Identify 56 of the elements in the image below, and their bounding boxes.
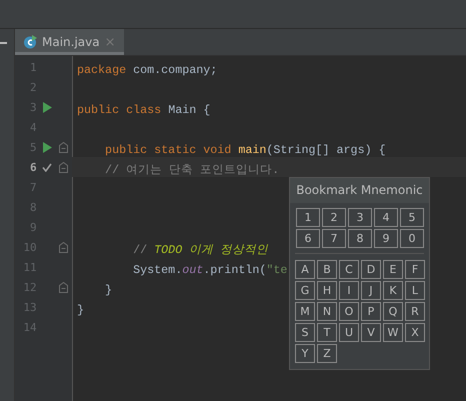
mnemonic-key[interactable]: 2 [322, 208, 346, 227]
mnemonic-key[interactable]: T [317, 323, 337, 342]
mnemonic-key[interactable]: V [361, 323, 381, 342]
line-number: 6 [29, 160, 37, 174]
mnemonic-key[interactable]: K [383, 281, 403, 300]
mnemonic-key[interactable]: 4 [374, 208, 398, 227]
mnemonic-key[interactable]: Y [295, 344, 315, 363]
mnemonic-key[interactable]: H [317, 281, 337, 300]
mnemonic-key[interactable]: R [405, 302, 425, 321]
run-icon[interactable] [42, 102, 52, 112]
mnemonic-key[interactable]: X [405, 323, 425, 342]
tab-label: Main.java [42, 35, 100, 49]
mnemonic-key[interactable]: C [339, 260, 359, 279]
mnemonic-key[interactable]: P [361, 302, 381, 321]
code-line: // TODO 이게 정상적인 [132, 242, 268, 256]
code-line: public class Main { [77, 102, 210, 116]
mnemonic-key[interactable]: W [383, 323, 403, 342]
mnemonic-key[interactable]: F [405, 260, 425, 279]
mnemonic-key[interactable]: 9 [374, 229, 398, 248]
fold-icon[interactable] [59, 282, 68, 292]
run-icon[interactable] [42, 142, 52, 152]
mnemonic-key[interactable]: S [295, 323, 315, 342]
code-line: // 여기는 단축 포인트입니다. [104, 162, 280, 176]
fold-icon[interactable] [59, 142, 68, 152]
mnemonic-key[interactable]: 1 [296, 208, 320, 227]
code-line: package com.company; [77, 62, 218, 76]
mnemonic-key[interactable]: B [317, 260, 337, 279]
mnemonic-key[interactable]: I [339, 281, 359, 300]
mnemonic-key[interactable]: A [295, 260, 315, 279]
mnemonic-key[interactable]: E [383, 260, 403, 279]
mnemonic-key[interactable]: O [339, 302, 359, 321]
code-line: System.out.println("te [132, 262, 288, 276]
file-tab[interactable]: Main.java × [15, 29, 124, 55]
mnemonic-key[interactable]: L [405, 281, 425, 300]
fold-icon[interactable] [59, 242, 68, 252]
code-line: } [104, 282, 112, 296]
mnemonic-key[interactable]: 7 [322, 229, 346, 248]
code-line: } [77, 302, 84, 316]
mnemonic-key[interactable]: J [361, 281, 381, 300]
mnemonic-key[interactable]: M [295, 302, 315, 321]
mnemonic-key[interactable]: U [339, 323, 359, 342]
fold-icon[interactable] [59, 162, 68, 172]
mnemonic-key[interactable]: N [317, 302, 337, 321]
code-line: public static void main(String[] args) { [104, 142, 386, 156]
java-class-icon [23, 35, 37, 49]
mnemonic-key[interactable]: Q [383, 302, 403, 321]
mnemonic-key[interactable]: 6 [296, 229, 320, 248]
mnemonic-key[interactable]: G [295, 281, 315, 300]
mnemonic-key[interactable]: 0 [400, 229, 424, 248]
mnemonic-key[interactable]: 8 [348, 229, 372, 248]
mnemonic-key[interactable]: 3 [348, 208, 372, 227]
check-icon[interactable] [42, 162, 52, 172]
popup-title: Bookmark Mnemonic [290, 178, 429, 203]
mnemonic-key[interactable]: 5 [400, 208, 424, 227]
mnemonic-key[interactable]: Z [317, 344, 337, 363]
mnemonic-key[interactable]: D [361, 260, 381, 279]
